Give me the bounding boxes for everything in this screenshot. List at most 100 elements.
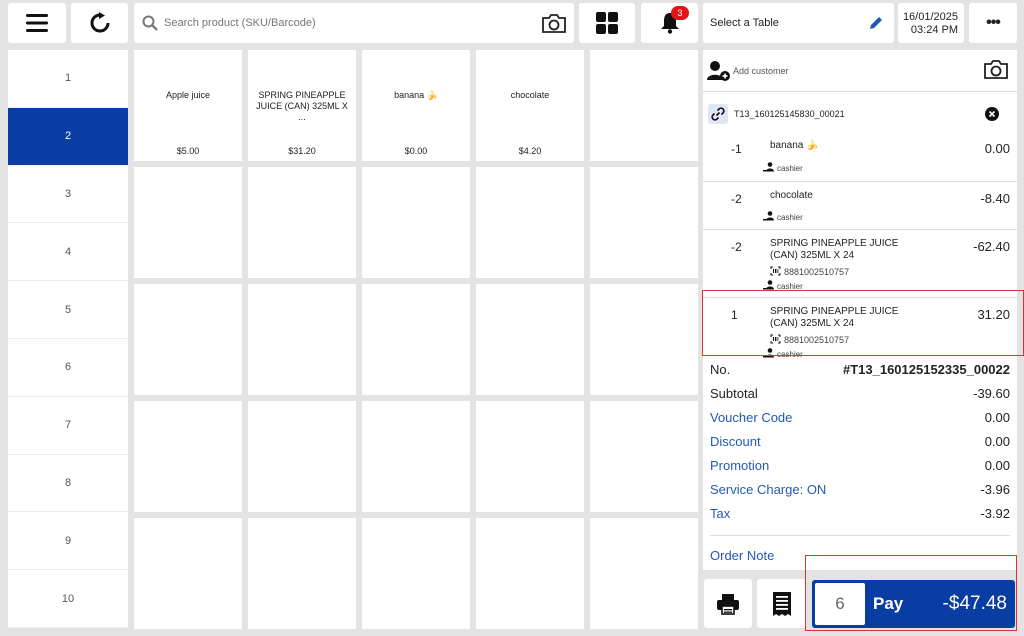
scan-camera-button[interactable] — [540, 10, 568, 36]
more-options-button[interactable]: ••• — [969, 3, 1017, 43]
product-tile[interactable]: SPRING PINEAPPLE JUICE (CAN) 325ML X ...… — [248, 50, 356, 161]
printer-icon — [717, 593, 739, 615]
table-item[interactable]: 7 — [8, 397, 128, 455]
product-grid: Apple juice $5.00 SPRING PINEAPPLE JUICE (… — [134, 50, 698, 629]
product-tile[interactable]: Apple juice $5.00 — [134, 50, 242, 161]
order-number-value: #T13_160125152335_00022 — [842, 362, 1010, 377]
product-tile[interactable]: chocolate $4.20 — [476, 50, 584, 161]
line-amount: 0.00 — [984, 141, 1010, 156]
line-sku-text: 8881002510757 — [784, 267, 850, 277]
table-selector[interactable]: Select a Table — [703, 3, 894, 43]
product-tile[interactable]: banana 🍌 $0.00 — [362, 50, 470, 161]
voucher-label[interactable]: Voucher Code — [710, 410, 792, 430]
line-amount: -62.40 — [973, 239, 1010, 254]
table-item[interactable]: 3 — [8, 166, 128, 224]
table-item[interactable]: 8 — [8, 455, 128, 513]
refresh-icon — [90, 12, 109, 33]
pencil-icon[interactable] — [868, 15, 884, 31]
table-item[interactable]: 6 — [8, 339, 128, 397]
pay-button[interactable]: 6 Pay -$47.48 — [812, 580, 1015, 628]
promotion-row[interactable]: Promotion 0.00 — [710, 458, 1010, 478]
table-list: 1 2 3 4 5 6 7 8 9 10 — [8, 50, 128, 628]
linked-ticket-row: T13_160125145830_00021 — [703, 92, 1017, 132]
customer-camera-icon[interactable] — [983, 58, 1009, 80]
empty-product-slot — [134, 284, 242, 395]
product-price: $4.20 — [518, 146, 542, 156]
tax-value: -3.92 — [980, 506, 1010, 521]
close-icon[interactable] — [985, 107, 999, 121]
empty-product-slot — [248, 284, 356, 395]
time-text: 03:24 PM — [910, 24, 958, 36]
empty-product-slot — [362, 284, 470, 395]
product-name: Apple juice — [165, 90, 211, 100]
ticket-number: T13_160125145830_00021 — [734, 109, 845, 119]
empty-product-slot — [134, 401, 242, 512]
service-charge-label[interactable]: Service Charge: ON — [710, 482, 826, 502]
menu-button[interactable] — [8, 3, 66, 43]
product-price: $5.00 — [176, 146, 200, 156]
search-input[interactable] — [164, 17, 524, 29]
cashier-icon — [763, 211, 775, 223]
tax-row[interactable]: Tax -3.92 — [710, 506, 1010, 526]
table-selector-label: Select a Table — [710, 17, 779, 29]
print-button[interactable] — [704, 579, 752, 628]
item-count: 6 — [815, 583, 865, 625]
order-line[interactable]: -2 SPRING PINEAPPLE JUICE (CAN) 325ML X 2… — [703, 230, 1017, 298]
search-bar[interactable] — [134, 3, 574, 43]
empty-product-slot — [476, 167, 584, 278]
order-line[interactable]: -2 chocolate -8.40 cashier — [703, 182, 1017, 230]
empty-product-slot — [590, 284, 698, 395]
highlighted-order-line-outline — [702, 290, 1024, 356]
line-item-name: banana 🍌 — [770, 140, 819, 151]
line-cashier: cashier — [763, 162, 803, 174]
table-item[interactable]: 2 — [8, 107, 128, 166]
search-icon — [142, 15, 158, 31]
summary-divider — [710, 535, 1010, 536]
table-item[interactable]: 9 — [8, 512, 128, 571]
order-note-link[interactable]: Order Note — [710, 548, 774, 563]
line-qty: -2 — [731, 192, 742, 206]
date-text: 16/01/2025 — [902, 11, 958, 23]
empty-product-slot — [476, 401, 584, 512]
table-item[interactable]: 10 — [8, 570, 128, 628]
table-item[interactable]: 1 — [8, 50, 128, 108]
notifications-button[interactable]: 3 — [641, 3, 698, 43]
link-icon[interactable] — [708, 104, 728, 124]
service-charge-row[interactable]: Service Charge: ON -3.96 — [710, 482, 1010, 502]
subtotal-label: Subtotal — [710, 386, 758, 401]
empty-product-slot — [362, 518, 470, 629]
discount-row[interactable]: Discount 0.00 — [710, 434, 1010, 454]
refresh-button[interactable] — [71, 3, 128, 43]
pay-total: -$47.48 — [942, 593, 1007, 614]
voucher-value: 0.00 — [984, 410, 1010, 425]
tax-label[interactable]: Tax — [710, 506, 730, 526]
more-icon: ••• — [986, 14, 1001, 31]
line-cashier-text: cashier — [777, 212, 803, 222]
discount-label[interactable]: Discount — [710, 434, 761, 454]
hamburger-icon — [26, 14, 48, 32]
product-price: $0.00 — [404, 146, 428, 156]
empty-product-slot — [590, 518, 698, 629]
promotion-label[interactable]: Promotion — [710, 458, 769, 478]
table-item[interactable]: 5 — [8, 281, 128, 339]
table-item[interactable]: 4 — [8, 223, 128, 282]
order-line[interactable]: -1 banana 🍌 0.00 cashier — [703, 132, 1017, 182]
product-name: chocolate — [510, 90, 550, 100]
product-price: $31.20 — [288, 146, 316, 156]
product-name: SPRING PINEAPPLE JUICE (CAN) 325ML X ... — [256, 90, 348, 122]
add-customer-row[interactable]: Add customer — [703, 50, 1017, 92]
voucher-row[interactable]: Voucher Code 0.00 — [710, 410, 1010, 430]
line-qty: -2 — [731, 240, 742, 254]
line-amount: -8.40 — [980, 191, 1010, 206]
empty-product-slot — [248, 401, 356, 512]
empty-product-slot — [476, 284, 584, 395]
line-item-name: SPRING PINEAPPLE JUICE (CAN) 325ML X 24 — [770, 238, 899, 261]
grid-icon — [596, 12, 618, 34]
receipt-button[interactable] — [757, 579, 806, 628]
add-customer-label: Add customer — [733, 66, 789, 76]
empty-product-slot — [476, 518, 584, 629]
cashier-icon — [763, 162, 775, 174]
grid-view-button[interactable] — [579, 3, 635, 43]
line-qty: -1 — [731, 142, 742, 156]
product-name: banana 🍌 — [394, 90, 438, 100]
